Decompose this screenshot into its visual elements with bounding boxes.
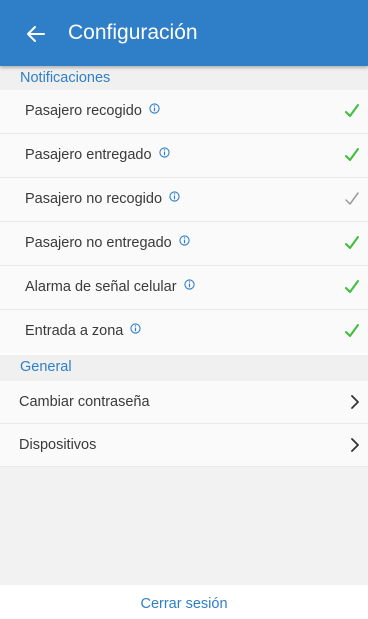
logout-button[interactable]: Cerrar sesión: [0, 596, 368, 612]
check-icon[interactable]: [344, 323, 360, 339]
info-icon[interactable]: [149, 103, 160, 114]
section-header-general: General: [0, 355, 368, 381]
notification-row-pasajero-no-recogido[interactable]: Pasajero no recogido: [0, 178, 368, 222]
arrow-left-icon[interactable]: [26, 24, 46, 44]
app-bar: Configuración: [0, 0, 368, 66]
notification-label: Pasajero recogido: [25, 103, 160, 119]
check-icon[interactable]: [344, 235, 360, 251]
info-icon[interactable]: [183, 279, 195, 290]
notification-row-pasajero-recogido[interactable]: Pasajero recogido: [0, 90, 368, 134]
section-title-notificaciones: Notificaciones: [20, 70, 111, 86]
nav-row-label: Cambiar contraseña: [19, 394, 150, 410]
info-icon[interactable]: [130, 323, 141, 334]
notification-label: Pasajero entregado: [25, 147, 170, 163]
page-title: Configuración: [68, 21, 198, 44]
chevron-right-icon: [351, 395, 359, 409]
section-header-notificaciones: Notificaciones: [0, 66, 368, 92]
section-title-general: General: [20, 359, 72, 375]
notification-row-alarma-senal-celular[interactable]: Alarma de señal celular: [0, 266, 368, 310]
check-icon[interactable]: [344, 147, 360, 163]
nav-row-dispositivos[interactable]: Dispositivos: [0, 424, 368, 467]
info-icon[interactable]: [169, 191, 180, 202]
check-icon[interactable]: [344, 279, 360, 295]
notification-label: Pasajero no recogido: [25, 191, 180, 207]
notification-label: Pasajero no entregado: [25, 235, 190, 251]
check-icon[interactable]: [344, 103, 360, 119]
info-icon[interactable]: [179, 235, 190, 246]
general-list: Cambiar contraseña Dispositivos: [0, 381, 368, 467]
nav-row-cambiar-contrasena[interactable]: Cambiar contraseña: [0, 381, 368, 424]
notification-list: Pasajero recogido Pasajero entregado Pas…: [0, 90, 368, 353]
info-icon[interactable]: [158, 147, 170, 158]
notification-row-entrada-a-zona[interactable]: Entrada a zona: [0, 310, 368, 353]
nav-row-label: Dispositivos: [19, 437, 97, 453]
notification-row-pasajero-no-entregado[interactable]: Pasajero no entregado: [0, 222, 368, 266]
notification-label: Entrada a zona: [25, 323, 141, 339]
empty-area: [0, 467, 368, 585]
notification-row-pasajero-entregado[interactable]: Pasajero entregado: [0, 134, 368, 178]
chevron-right-icon: [351, 438, 359, 452]
check-icon[interactable]: [344, 191, 360, 207]
notification-label: Alarma de señal celular: [25, 279, 195, 295]
